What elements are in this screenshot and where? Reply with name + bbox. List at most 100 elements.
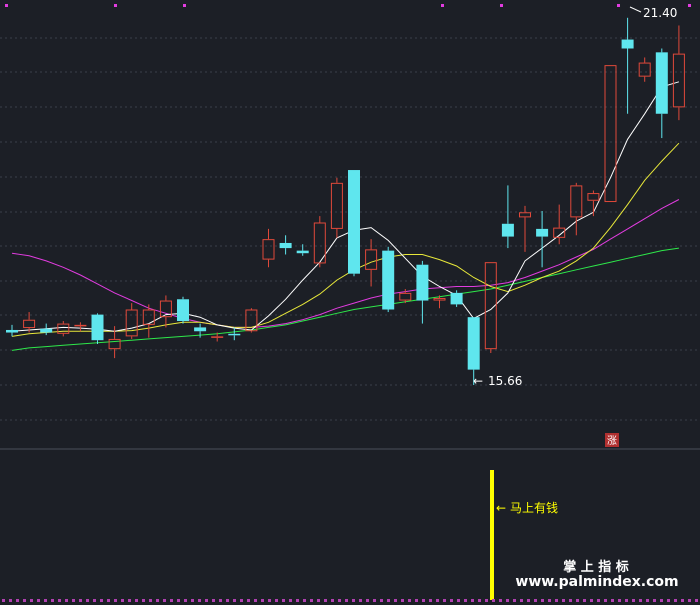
bottom-dot [506,599,509,602]
low-label: 15.66 [488,374,522,388]
bottom-dot [485,599,488,602]
bottom-dot [520,599,523,602]
bottom-dot [191,599,194,602]
bottom-dot [471,599,474,602]
candle-body [91,314,104,341]
bottom-dot [261,599,264,602]
candle-body [228,333,241,336]
bottom-dot [660,599,663,602]
candle-body [74,324,87,327]
top-dot [5,4,8,7]
bottom-dot [401,599,404,602]
bottom-dot [576,599,579,602]
bottom-dot [562,599,565,602]
bottom-dot [121,599,124,602]
bottom-dot [513,599,516,602]
watermark-url: www.palmindex.com [515,574,678,590]
bottom-dot [422,599,425,602]
bottom-dot [170,599,173,602]
bottom-dot [380,599,383,602]
bottom-dot [149,599,152,602]
bottom-dot [527,599,530,602]
bottom-dot [289,599,292,602]
bottom-dot [394,599,397,602]
bottom-dot [226,599,229,602]
bottom-dot [23,599,26,602]
bottom-dot [100,599,103,602]
bottom-dot [317,599,320,602]
candle-body [450,292,463,305]
bottom-dot [9,599,12,602]
bottom-dot [240,599,243,602]
low-annotation: ← 15.66 [473,374,522,388]
candle-body [279,242,292,249]
bottom-dot [632,599,635,602]
bottom-dot [79,599,82,602]
bottom-dot [674,599,677,602]
bottom-dot [2,599,5,602]
watermark-title: 掌 上 指 标 [563,559,629,575]
bottom-dot [219,599,222,602]
bottom-dot [653,599,656,602]
bottom-dot [464,599,467,602]
bottom-dot [331,599,334,602]
top-dot [441,4,444,7]
bottom-dot [569,599,572,602]
bottom-dot [37,599,40,602]
signal-arrow: ← [496,501,506,515]
bottom-dot [268,599,271,602]
bottom-dot [156,599,159,602]
bottom-dot [625,599,628,602]
bottom-dot [303,599,306,602]
bottom-dot [275,599,278,602]
bottom-dot [142,599,145,602]
bottom-dot [352,599,355,602]
bottom-dot [247,599,250,602]
bottom-dot [443,599,446,602]
bottom-dot [688,599,691,602]
candle-body [211,336,224,338]
bottom-dot [478,599,481,602]
bottom-dot [695,599,698,602]
bottom-dot [107,599,110,602]
bottom-dot [30,599,33,602]
candle-body [40,328,53,333]
bottom-dot [128,599,131,602]
candle [348,170,360,277]
candle-body [621,39,634,49]
bottom-dot [366,599,369,602]
bottom-dot [667,599,670,602]
bottom-dot [387,599,390,602]
candle-body [536,228,549,237]
top-dot [688,4,691,7]
top-dot [500,4,503,7]
candle-body [6,329,18,333]
bottom-dot [254,599,257,602]
chart-background [0,0,700,605]
candle [382,246,395,313]
candle-body [177,299,189,322]
candle-body [501,223,514,237]
bottom-dot [555,599,558,602]
bottom-dot [597,599,600,602]
bottom-dot [429,599,432,602]
low-arrow: ← [473,374,483,388]
top-dot [617,4,620,7]
top-dot [114,4,117,7]
bottom-dot [345,599,348,602]
candle-body [296,250,309,254]
bottom-dot [184,599,187,602]
bottom-dot [114,599,117,602]
bottom-dot [618,599,621,602]
top-dot [183,4,186,7]
bottom-dot [65,599,68,602]
up-badge: 涨 [605,433,619,447]
bottom-dot [415,599,418,602]
bottom-dot [408,599,411,602]
bottom-dot [72,599,75,602]
bottom-dot [16,599,19,602]
bottom-dot [58,599,61,602]
bottom-dot [457,599,460,602]
signal-bar [490,470,494,600]
signal-annotation: ← 马上有钱 [496,500,558,515]
